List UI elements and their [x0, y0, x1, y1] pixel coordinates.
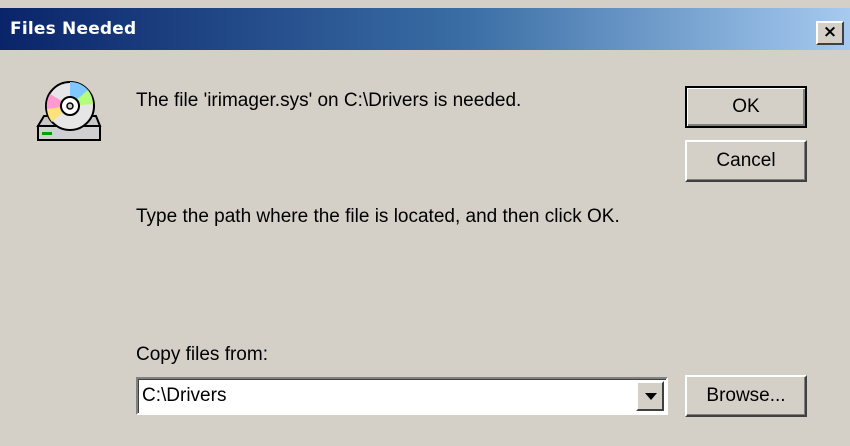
- copy-files-from-label: Copy files from:: [136, 344, 268, 365]
- copy-files-from-value[interactable]: C:\Drivers: [142, 385, 226, 407]
- dropdown-button[interactable]: [636, 381, 664, 411]
- browse-button[interactable]: Browse...: [685, 375, 807, 417]
- cd-drive-icon: [30, 76, 106, 152]
- ok-button[interactable]: OK: [685, 86, 807, 128]
- chevron-down-icon: [645, 393, 657, 400]
- cancel-button[interactable]: Cancel: [685, 140, 807, 182]
- close-button[interactable]: ×: [816, 21, 844, 45]
- needed-file-message: The file 'irimager.sys' on C:\Drivers is…: [136, 90, 522, 111]
- copy-files-from-combobox[interactable]: C:\Drivers: [136, 377, 668, 415]
- title-bar[interactable]: Files Needed ×: [0, 8, 850, 50]
- window-title: Files Needed: [10, 19, 137, 39]
- close-icon: ×: [822, 22, 838, 42]
- instruction-message: Type the path where the file is located,…: [136, 206, 620, 227]
- files-needed-dialog: Files Needed × The file 'irimager.sys' o…: [0, 0, 850, 446]
